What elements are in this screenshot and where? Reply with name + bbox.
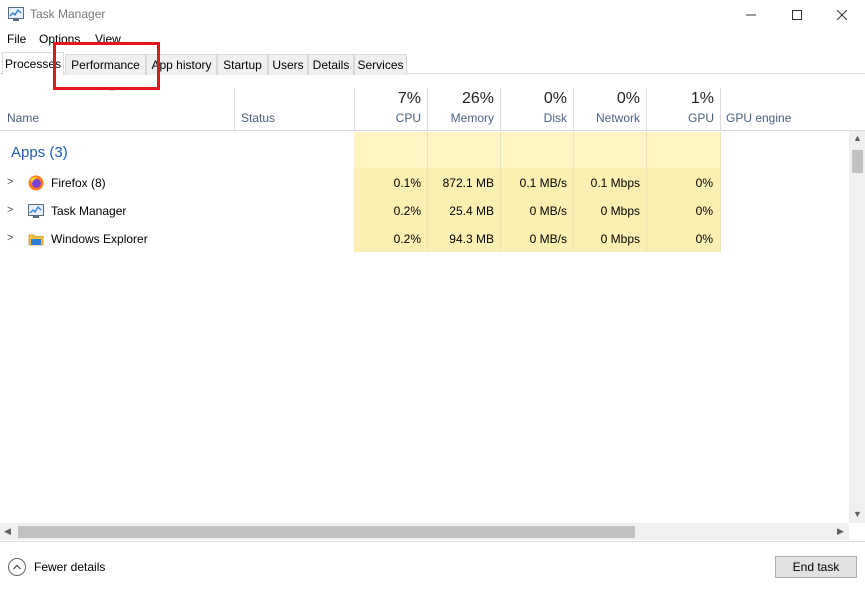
- cell-cpu: 0.2%: [393, 232, 421, 246]
- process-name: Windows Explorer: [51, 232, 148, 246]
- cell-gpu: 0%: [695, 176, 713, 190]
- cell-disk: 0 MB/s: [529, 204, 567, 218]
- cell-disk: 0 MB/s: [529, 232, 567, 246]
- memory-label: Memory: [450, 111, 494, 125]
- tab-startup[interactable]: Startup: [217, 54, 268, 75]
- header-memory[interactable]: 26% Memory: [427, 88, 500, 131]
- group-apps-title[interactable]: Apps (3): [11, 144, 68, 161]
- network-label: Network: [595, 111, 640, 125]
- cpu-label: CPU: [395, 111, 421, 125]
- disk-total: 0%: [543, 90, 567, 107]
- tab-processes[interactable]: Processes: [2, 52, 64, 75]
- menu-options[interactable]: Options: [39, 32, 80, 46]
- cell-network: 0 Mbps: [600, 204, 640, 218]
- chevron-up-icon: [13, 564, 21, 570]
- tab-strip: Processes Performance App history Startu…: [0, 52, 865, 75]
- cell-network: 0.1 Mbps: [590, 176, 640, 190]
- header-name[interactable]: Name: [7, 111, 39, 125]
- scroll-down-icon[interactable]: ▼: [853, 509, 862, 519]
- vertical-scroll-thumb[interactable]: [852, 150, 863, 173]
- header-gpu-engine: GPU engine: [726, 111, 792, 125]
- header-network[interactable]: 0% Network: [573, 88, 646, 131]
- fewer-details-link[interactable]: Fewer details: [34, 560, 105, 574]
- gpu-total: 1%: [690, 90, 714, 107]
- scroll-left-icon[interactable]: ◀: [4, 526, 11, 537]
- cell-memory: 872.1 MB: [442, 176, 494, 190]
- footer-bar: Fewer details End task: [0, 541, 865, 591]
- cell-memory: 94.3 MB: [449, 232, 494, 246]
- task-manager-icon: [8, 7, 24, 21]
- header-disk[interactable]: 0% Disk: [500, 88, 573, 131]
- cpu-total: 7%: [397, 90, 421, 107]
- task-manager-icon: [28, 204, 44, 218]
- network-total: 0%: [616, 90, 640, 107]
- menu-file[interactable]: File: [7, 32, 26, 46]
- menu-view[interactable]: View: [95, 32, 121, 46]
- scroll-up-icon[interactable]: ▲: [853, 133, 862, 143]
- group-heat-band: [354, 132, 720, 168]
- horizontal-scroll-thumb[interactable]: [18, 526, 635, 538]
- expand-chevron-icon[interactable]: >: [7, 204, 13, 216]
- col-divider: [720, 132, 721, 252]
- header-gpu[interactable]: 1% GPU: [646, 88, 720, 131]
- process-name: Firefox (8): [51, 176, 106, 190]
- tab-performance[interactable]: Performance: [65, 54, 146, 75]
- header-cpu[interactable]: 7% CPU: [354, 88, 427, 131]
- cell-memory: 25.4 MB: [449, 204, 494, 218]
- minimize-button[interactable]: [728, 0, 774, 30]
- expand-chevron-icon[interactable]: >: [7, 232, 13, 244]
- window-title: Task Manager: [30, 7, 106, 21]
- firefox-icon: [28, 175, 44, 191]
- vertical-scrollbar[interactable]: [849, 131, 865, 523]
- process-row-windows-explorer[interactable]: > Windows Explorer 0.2% 94.3 MB 0 MB/s 0…: [0, 225, 720, 253]
- process-row-firefox[interactable]: > Firefox (8) 0.1% 872.1 MB 0.1 MB/s 0.1…: [0, 169, 720, 197]
- maximize-button[interactable]: [774, 0, 820, 30]
- end-task-button[interactable]: End task: [775, 556, 857, 578]
- tab-details[interactable]: Details: [308, 54, 354, 75]
- scroll-right-icon[interactable]: ▶: [837, 526, 844, 537]
- tab-services[interactable]: Services: [354, 54, 407, 75]
- memory-total: 26%: [461, 90, 494, 107]
- process-row-task-manager[interactable]: > Task Manager 0.2% 25.4 MB 0 MB/s 0 Mbp…: [0, 197, 720, 225]
- cell-cpu: 0.1%: [393, 176, 421, 190]
- cell-gpu: 0%: [695, 232, 713, 246]
- gpu-label: GPU: [687, 111, 714, 125]
- expand-chevron-icon[interactable]: >: [7, 176, 13, 188]
- minimize-icon: [746, 14, 756, 16]
- title-bar: Task Manager: [0, 0, 865, 30]
- tab-users[interactable]: Users: [268, 54, 308, 75]
- maximize-icon: [792, 10, 802, 20]
- close-icon: [837, 10, 847, 20]
- sort-indicator-icon: ^: [110, 86, 115, 96]
- tab-app-history[interactable]: App history: [146, 54, 217, 75]
- cell-network: 0 Mbps: [600, 232, 640, 246]
- header-status: Status: [241, 111, 276, 125]
- cell-disk: 0.1 MB/s: [519, 176, 567, 190]
- folder-icon: [28, 234, 44, 246]
- disk-label: Disk: [543, 111, 567, 125]
- cell-cpu: 0.2%: [393, 204, 421, 218]
- process-name: Task Manager: [51, 204, 127, 218]
- column-header: Name Status 7% CPU 26% Memory 0% Disk 0%…: [0, 88, 865, 131]
- menu-bar: File Options View: [0, 30, 865, 48]
- close-button[interactable]: [819, 0, 865, 30]
- chevron-up-circle-icon[interactable]: [8, 558, 26, 576]
- cell-gpu: 0%: [695, 204, 713, 218]
